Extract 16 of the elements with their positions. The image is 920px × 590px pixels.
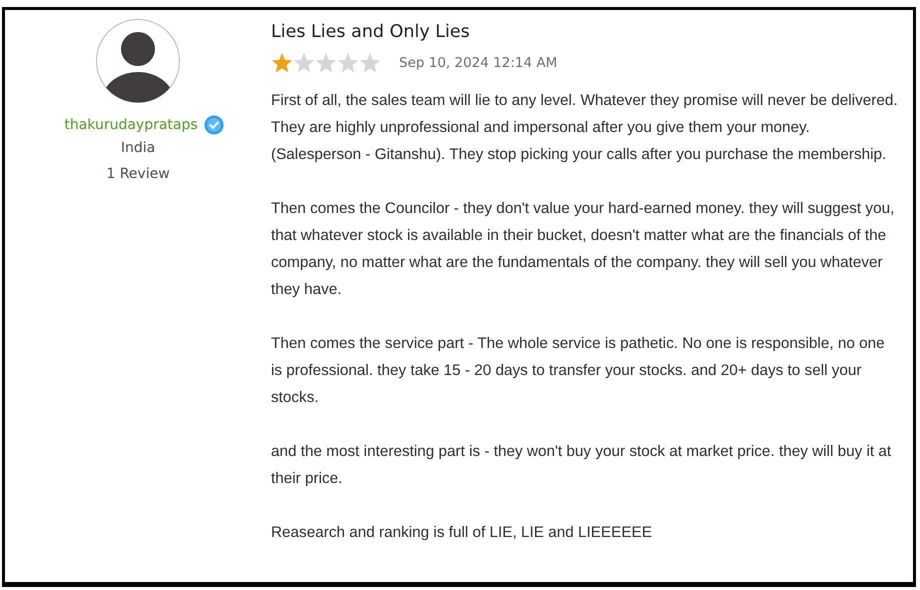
star-icon: [293, 52, 315, 73]
review-paragraph: Then comes the service part - The whole service is pathetic. No one is responsible, no one is professional. they take 15 - 20 days to transfer your stocks. and 20+ days to sell your stocks.: [271, 334, 886, 408]
review-paragraph: First of all, the sales team will lie to any level. Whatever they promise will never be delivered. They are highly unprofessional and impersonal after you give them your money.(Salesperson - Gitanshu). They stop picking your calls after you purchase the membership.: [271, 91, 899, 165]
star-icon: [271, 52, 293, 73]
review-count: 1 Review: [106, 166, 170, 182]
review-title: Lies Lies and Only Lies: [271, 22, 471, 42]
avatar-icon: [96, 19, 180, 103]
reviewer-name[interactable]: thakurudayprataps: [64, 117, 198, 133]
star-icon: [359, 52, 381, 73]
reviewer-country: India: [120, 140, 156, 156]
star-icon: [315, 52, 337, 73]
review-paragraph: Reasearch and ranking is full of LIE, LIE and LIEEEEEE: [271, 523, 653, 543]
review-paragraph: Then comes the Councilor - they don't value your hard-earned money. they will suggest you, that whatever stock is available in their bucket, doesn't matter what are the financials of the company, no matter what are the fundamentals of the company. they will sell you whatever they have.: [271, 199, 896, 300]
review-paragraph: and the most interesting part is - they won't buy your stock at market price. they will buy it at their price.: [271, 442, 892, 489]
review-date: Sep 10, 2024 12:14 AM: [399, 54, 558, 70]
star-icon: [337, 52, 359, 73]
